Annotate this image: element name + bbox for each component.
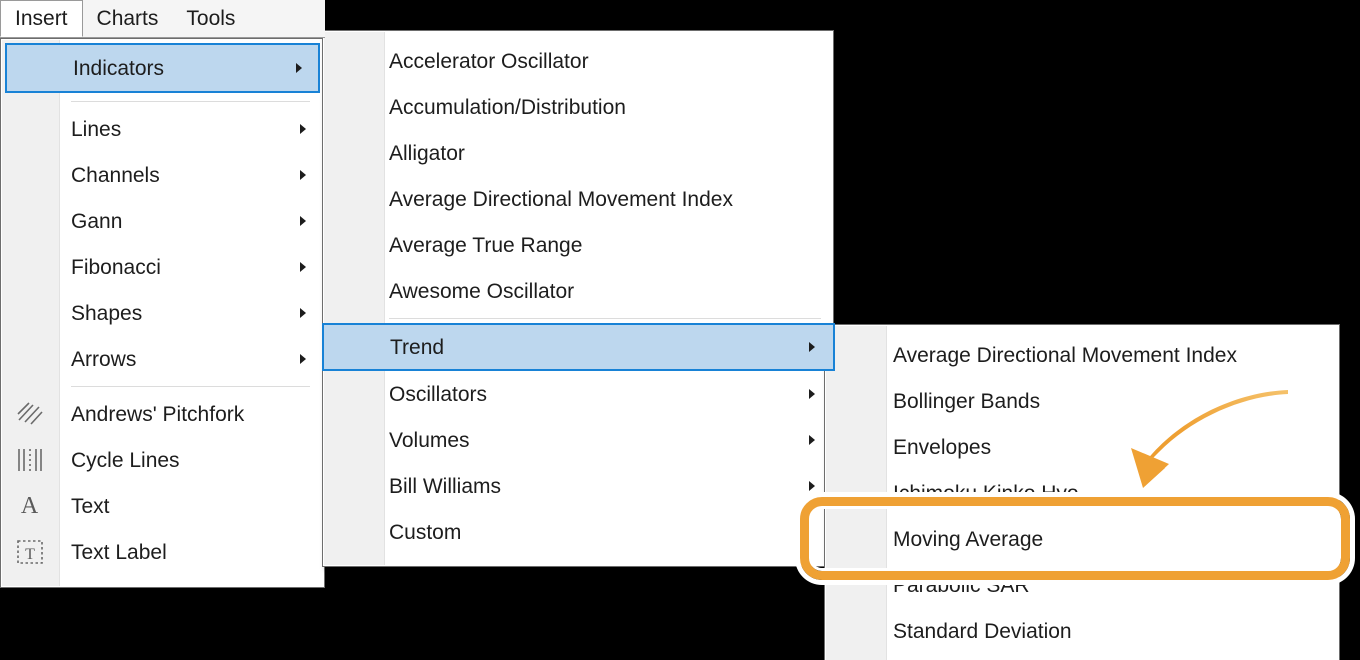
menubar-tab-charts-label: Charts bbox=[96, 6, 159, 30]
indicators-menu-item-accumulation-distribution-label: Accumulation/Distribution bbox=[389, 95, 626, 119]
insert-menu-item-shapes[interactable]: Shapes bbox=[1, 290, 324, 336]
indicators-menu-item-custom-label: Custom bbox=[389, 520, 462, 544]
indicators-menu-item-awesome-oscillator[interactable]: Awesome Oscillator bbox=[323, 268, 833, 314]
indicators-menu-item-accumulation-distribution[interactable]: Accumulation/Distribution bbox=[323, 84, 833, 130]
indicators-menu-item-bill-williams[interactable]: Bill Williams bbox=[323, 463, 833, 509]
chevron-right-icon bbox=[296, 63, 302, 73]
insert-menu-item-text-label-label: Text Label bbox=[71, 540, 167, 564]
text-label-icon: T bbox=[1, 529, 58, 575]
indicators-menu-item-average-directional-movement-index[interactable]: Average Directional Movement Index bbox=[323, 176, 833, 222]
menubar-tab-insert[interactable]: Insert bbox=[0, 0, 83, 37]
chevron-right-icon bbox=[300, 216, 306, 226]
indicators-menu-item-oscillators-label: Oscillators bbox=[389, 382, 488, 406]
indicators-menu-item-volumes[interactable]: Volumes bbox=[323, 417, 833, 463]
chevron-right-icon bbox=[809, 435, 815, 445]
chevron-right-icon bbox=[300, 170, 306, 180]
insert-menu-separator-2 bbox=[71, 386, 310, 387]
indicators-menu-separator-1 bbox=[389, 318, 821, 319]
trend-menu-item-average-directional-movement-index-label: Average Directional Movement Index bbox=[893, 343, 1237, 367]
chevron-right-icon bbox=[300, 262, 306, 272]
insert-menu-separator-1 bbox=[71, 101, 310, 102]
indicators-menu-item-volumes-label: Volumes bbox=[389, 428, 470, 452]
chevron-right-icon bbox=[300, 124, 306, 134]
indicators-menu-item-bill-williams-label: Bill Williams bbox=[389, 474, 501, 498]
insert-menu-item-arrows[interactable]: Arrows bbox=[1, 336, 324, 382]
insert-menu-item-lines-label: Lines bbox=[71, 117, 122, 141]
indicators-menu-item-trend[interactable]: Trend bbox=[322, 323, 835, 371]
insert-menu-item-fibonacci[interactable]: Fibonacci bbox=[1, 244, 324, 290]
insert-menu-item-cycle-lines-label: Cycle Lines bbox=[71, 448, 180, 472]
trend-menu-body: Average Directional Movement Index Bolli… bbox=[825, 332, 1339, 654]
insert-menu-item-cycle-lines[interactable]: Cycle Lines bbox=[1, 437, 324, 483]
insert-menu-item-shapes-label: Shapes bbox=[71, 301, 143, 325]
indicators-menu-item-accelerator-oscillator-label: Accelerator Oscillator bbox=[389, 49, 589, 73]
indicators-menu-item-accelerator-oscillator[interactable]: Accelerator Oscillator bbox=[323, 38, 833, 84]
insert-menu-item-arrows-label: Arrows bbox=[71, 347, 137, 371]
trend-menu-item-bollinger-bands-label: Bollinger Bands bbox=[893, 389, 1041, 413]
insert-menu-item-andrews-pitchfork-label: Andrews' Pitchfork bbox=[71, 402, 245, 426]
menubar-tab-tools-label: Tools bbox=[186, 6, 236, 30]
indicators-menu-item-average-directional-movement-index-label: Average Directional Movement Index bbox=[389, 187, 733, 211]
indicators-menu-item-trend-label: Trend bbox=[390, 335, 445, 359]
insert-menu-item-lines[interactable]: Lines bbox=[1, 106, 324, 152]
menubar-tab-tools[interactable]: Tools bbox=[172, 0, 249, 37]
trend-menu-item-standard-deviation-label: Standard Deviation bbox=[893, 619, 1072, 643]
trend-menu-item-average-directional-movement-index[interactable]: Average Directional Movement Index bbox=[825, 332, 1339, 378]
text-a-icon: A bbox=[20, 492, 39, 519]
trend-submenu: Average Directional Movement Index Bolli… bbox=[824, 324, 1340, 660]
chevron-right-icon bbox=[300, 308, 306, 318]
indicators-menu-item-oscillators[interactable]: Oscillators bbox=[323, 371, 833, 417]
cycle-lines-icon bbox=[1, 437, 58, 483]
indicators-menu-item-alligator[interactable]: Alligator bbox=[323, 130, 833, 176]
chevron-right-icon bbox=[809, 342, 815, 352]
insert-menu-body: Lines Channels Gann Fibonacci Shapes Arr… bbox=[1, 97, 324, 575]
trend-menu-item-envelopes-label: Envelopes bbox=[893, 435, 992, 459]
pitchfork-icon bbox=[1, 391, 58, 437]
indicators-menu-item-alligator-label: Alligator bbox=[389, 141, 465, 165]
insert-menu-item-text[interactable]: A Text bbox=[1, 483, 324, 529]
trend-menu-item-standard-deviation[interactable]: Standard Deviation bbox=[825, 608, 1339, 654]
insert-menu-item-fibonacci-label: Fibonacci bbox=[71, 255, 161, 279]
indicators-submenu: Accelerator Oscillator Accumulation/Dist… bbox=[322, 30, 835, 567]
indicators-menu-item-awesome-oscillator-label: Awesome Oscillator bbox=[389, 279, 575, 303]
indicators-menu-item-custom[interactable]: Custom bbox=[323, 509, 833, 555]
trend-menu-item-envelopes[interactable]: Envelopes bbox=[825, 424, 1339, 470]
insert-menu-item-channels-label: Channels bbox=[71, 163, 160, 187]
chevron-right-icon bbox=[809, 481, 815, 491]
insert-menu-item-text-label[interactable]: T Text Label bbox=[1, 529, 324, 575]
insert-menu-item-indicators[interactable]: Indicators bbox=[5, 43, 320, 93]
indicators-menu-item-average-true-range-label: Average True Range bbox=[389, 233, 583, 257]
insert-menu-item-text-label: Text bbox=[71, 494, 110, 518]
menu-bar: Insert Charts Tools bbox=[0, 0, 325, 38]
menubar-tab-insert-label: Insert bbox=[15, 6, 68, 30]
indicators-menu-body: Accelerator Oscillator Accumulation/Dist… bbox=[322, 38, 835, 555]
insert-menu-item-andrews-pitchfork[interactable]: Andrews' Pitchfork bbox=[1, 391, 324, 437]
insert-menu-item-channels[interactable]: Channels bbox=[1, 152, 324, 198]
menubar-tab-charts[interactable]: Charts bbox=[83, 0, 173, 37]
trend-menu-item-bollinger-bands[interactable]: Bollinger Bands bbox=[825, 378, 1339, 424]
highlight-callout-box bbox=[800, 497, 1350, 580]
svg-text:T: T bbox=[25, 546, 35, 563]
insert-menu-item-gann-label: Gann bbox=[71, 209, 123, 233]
insert-menu-item-gann[interactable]: Gann bbox=[1, 198, 324, 244]
chevron-right-icon bbox=[300, 354, 306, 364]
insert-menu-item-indicators-label: Indicators bbox=[73, 56, 165, 80]
chevron-right-icon bbox=[809, 389, 815, 399]
insert-dropdown-menu: Indicators Lines Channels Gann Fibonacci… bbox=[0, 38, 325, 588]
indicators-menu-item-average-true-range[interactable]: Average True Range bbox=[323, 222, 833, 268]
